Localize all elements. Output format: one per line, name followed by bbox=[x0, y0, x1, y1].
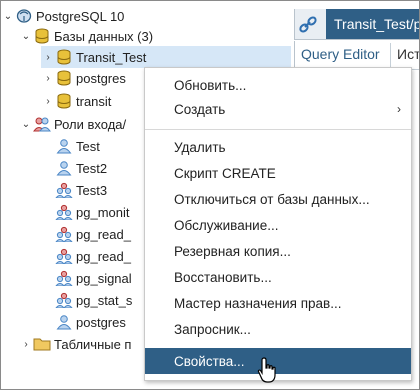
collapse-arrow-icon[interactable]: ⌄ bbox=[1, 11, 15, 22]
tree-item-label: pg_read_ bbox=[76, 248, 131, 264]
menu-item-grant-wizard[interactable]: Мастер назначения прав... bbox=[145, 290, 411, 316]
context-menu: Обновить... Создать › Удалить Скрипт CREA… bbox=[144, 67, 412, 381]
query-tab-title[interactable]: Transit_Test/p bbox=[326, 9, 419, 39]
menu-item-disconnect[interactable]: Отключиться от базы данных... bbox=[145, 186, 411, 212]
tree-item-label: PostgreSQL 10 bbox=[36, 8, 125, 24]
menu-item-maintenance[interactable]: Обслуживание... bbox=[145, 212, 411, 238]
menu-item-label: Восстановить... bbox=[174, 269, 272, 285]
menu-item-label: Свойства... bbox=[174, 353, 245, 369]
app-window: Transit_Test/p Query Editor Ист ⌄ Postgr… bbox=[0, 0, 420, 390]
hand-cursor-icon bbox=[257, 357, 276, 383]
tree-item-label: transit bbox=[76, 93, 112, 109]
tree-item-db-postgres[interactable]: › postgres bbox=[41, 67, 126, 89]
user-icon bbox=[55, 160, 73, 176]
user-icon bbox=[55, 314, 73, 330]
group-icon bbox=[55, 270, 73, 286]
tree-item-role-pg-monitor[interactable]: pg_monit bbox=[55, 201, 129, 223]
tree-item-db-transit-test[interactable]: › Transit_Test bbox=[41, 46, 291, 68]
tree-item-db-transit[interactable]: › transit bbox=[41, 90, 111, 112]
tree-item-label: Test2 bbox=[76, 160, 108, 176]
menu-item-label: Создать bbox=[174, 101, 226, 117]
tree-item-role-pg-stat[interactable]: pg_stat_s bbox=[55, 289, 132, 311]
tree-item-role-pg-signal[interactable]: pg_signal bbox=[55, 267, 132, 289]
user-icon bbox=[55, 138, 73, 154]
group-icon bbox=[55, 292, 73, 308]
tree-item-role-pg-read-2[interactable]: pg_read_ bbox=[55, 245, 131, 267]
tree-item-server[interactable]: ⌄ PostgreSQL 10 bbox=[1, 5, 125, 27]
tree-item-tablespaces[interactable]: › Табличные п bbox=[19, 333, 131, 355]
database-icon bbox=[55, 49, 73, 65]
expand-arrow-icon[interactable]: › bbox=[41, 52, 55, 63]
tree-item-label: pg_monit bbox=[76, 204, 130, 220]
tree-item-label: Test bbox=[76, 138, 100, 154]
tree-item-role-test3[interactable]: Test3 bbox=[55, 179, 107, 201]
menu-item-restore[interactable]: Восстановить... bbox=[145, 264, 411, 290]
menu-item-backup[interactable]: Резервная копия... bbox=[145, 238, 411, 264]
tree-item-label: pg_signal bbox=[76, 270, 132, 286]
tree-item-role-test[interactable]: Test bbox=[55, 135, 100, 157]
tree-item-label: postgres bbox=[76, 70, 126, 86]
database-icon bbox=[55, 93, 73, 109]
tree-item-databases[interactable]: ⌄ Базы данных (3) bbox=[19, 25, 153, 47]
expand-arrow-icon[interactable]: › bbox=[41, 73, 55, 84]
menu-item-label: Удалить bbox=[174, 139, 226, 155]
menu-item-label: Отключиться от базы данных... bbox=[174, 191, 370, 207]
database-icon bbox=[33, 28, 51, 44]
folder-icon bbox=[33, 336, 51, 352]
group-icon bbox=[33, 116, 51, 132]
tree-item-login-roles[interactable]: ⌄ Роли входа/ bbox=[19, 113, 126, 135]
menu-item-label: Обновить... bbox=[174, 77, 247, 93]
tree-item-label: Роли входа/ bbox=[54, 116, 127, 132]
menu-separator bbox=[145, 129, 411, 130]
tree-item-role-test2[interactable]: Test2 bbox=[55, 157, 107, 179]
menu-item-create[interactable]: Создать › bbox=[145, 96, 411, 122]
tab-divider bbox=[390, 43, 391, 67]
chevron-right-icon: › bbox=[397, 102, 401, 116]
menu-item-create-script[interactable]: Скрипт CREATE bbox=[145, 160, 411, 186]
group-icon bbox=[55, 226, 73, 242]
tab-history[interactable]: Ист bbox=[397, 46, 419, 62]
tree-item-role-pg-read-1[interactable]: pg_read_ bbox=[55, 223, 131, 245]
expand-arrow-icon[interactable]: › bbox=[19, 339, 33, 350]
link-icon bbox=[299, 16, 317, 33]
tree-item-label: pg_stat_s bbox=[76, 292, 133, 308]
menu-item-label: Обслуживание... bbox=[174, 217, 279, 233]
tree-item-label: Transit_Test bbox=[76, 49, 147, 65]
group-icon bbox=[55, 204, 73, 220]
tree-item-label: Test3 bbox=[76, 182, 108, 198]
elephant-icon bbox=[15, 8, 33, 24]
tree-item-label: Базы данных (3) bbox=[54, 28, 154, 44]
menu-item-label: Запросник... bbox=[174, 321, 251, 337]
collapse-arrow-icon[interactable]: ⌄ bbox=[19, 119, 33, 130]
menu-item-delete[interactable]: Удалить bbox=[145, 134, 411, 160]
menu-item-label: Скрипт CREATE bbox=[174, 165, 276, 181]
group-icon bbox=[55, 182, 73, 198]
tab-query-editor[interactable]: Query Editor bbox=[301, 46, 380, 62]
menu-item-label: Резервная копия... bbox=[174, 243, 291, 259]
group-icon bbox=[55, 248, 73, 264]
tree-item-label: pg_read_ bbox=[76, 226, 131, 242]
menu-item-query-tool[interactable]: Запросник... bbox=[145, 316, 411, 342]
collapse-arrow-icon[interactable]: ⌄ bbox=[19, 31, 33, 42]
menu-item-label: Мастер назначения прав... bbox=[174, 295, 342, 311]
tree-item-role-postgres[interactable]: postgres bbox=[55, 311, 126, 333]
tree-item-label: Табличные п bbox=[54, 336, 132, 352]
database-icon bbox=[55, 70, 73, 86]
expand-arrow-icon[interactable]: › bbox=[41, 96, 55, 107]
menu-item-refresh[interactable]: Обновить... bbox=[145, 72, 411, 98]
tree-item-label: postgres bbox=[76, 314, 126, 330]
